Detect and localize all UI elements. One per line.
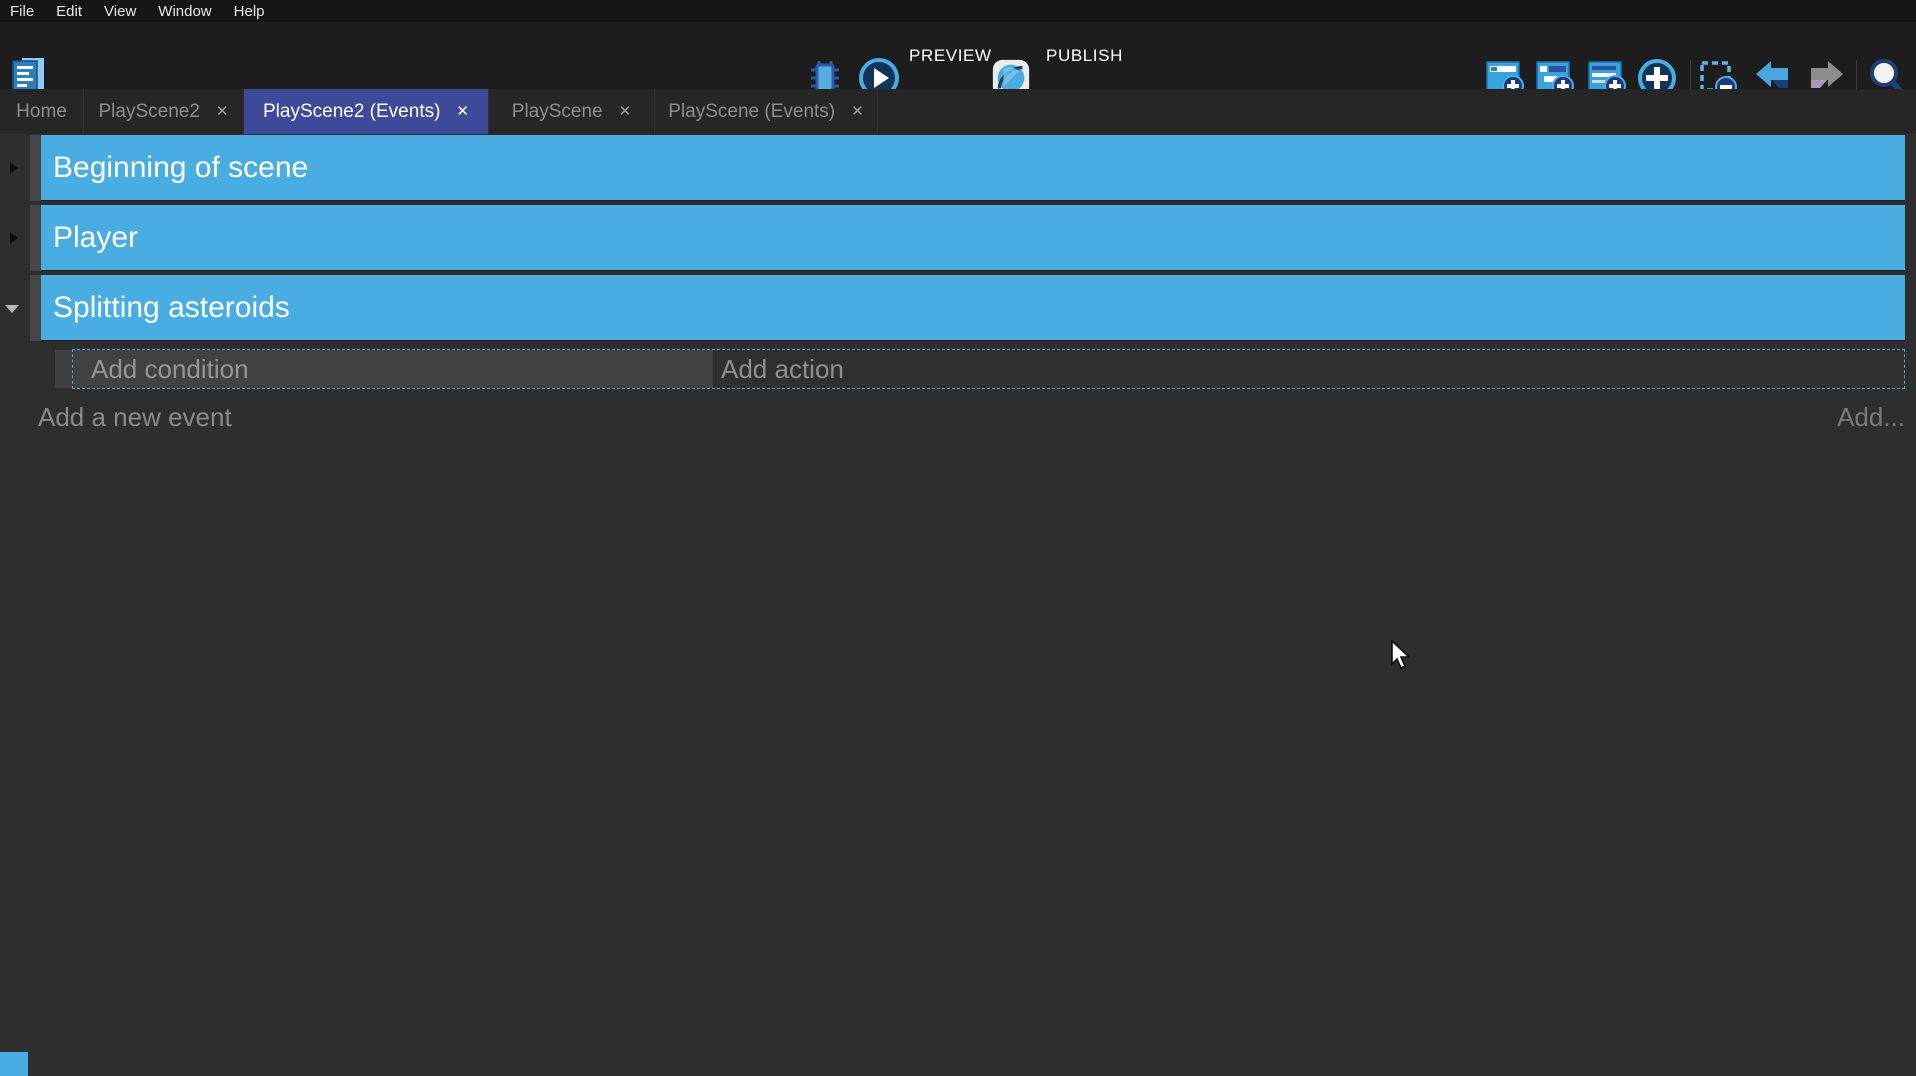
event-drag-handle[interactable]: [55, 350, 72, 388]
event-drag-handle[interactable]: [30, 135, 41, 201]
menu-edit[interactable]: Edit: [56, 3, 93, 20]
close-tab-icon[interactable]: ✕: [851, 104, 864, 119]
menu-window[interactable]: Window: [158, 3, 222, 20]
close-tab-icon[interactable]: ✕: [619, 104, 632, 119]
close-tab-icon[interactable]: ✕: [456, 104, 469, 119]
collapse-arrow-icon[interactable]: [10, 232, 18, 244]
menu-bar: File Edit View Window Help: [0, 0, 1916, 22]
event-group-title[interactable]: Splitting asteroids: [41, 275, 1905, 341]
event-group-title[interactable]: Beginning of scene: [41, 135, 1905, 201]
event-group-title[interactable]: Player: [41, 205, 1905, 271]
selected-empty-event[interactable]: Add condition Add action: [72, 349, 1905, 389]
corner-blue-chip: [0, 1052, 28, 1076]
editor-tab-bar: Home PlayScene2 ✕ PlayScene2 (Events) ✕ …: [0, 89, 1916, 134]
main-toolbar: PREVIEW PUBLISH: [0, 22, 1916, 89]
close-tab-icon[interactable]: ✕: [216, 104, 229, 119]
event-drag-handle[interactable]: [30, 275, 41, 341]
tab-playscene2-events[interactable]: PlayScene2 (Events) ✕: [244, 89, 489, 134]
events-sheet: Beginning of scene Player Splitting aste…: [0, 134, 1916, 1076]
menu-help[interactable]: Help: [234, 3, 276, 20]
menu-view[interactable]: View: [104, 3, 147, 20]
add-new-event-row: Add a new event Add...: [0, 402, 1916, 436]
add-new-event-button[interactable]: Add a new event: [38, 402, 232, 433]
gdevelop-window: File Edit View Window Help: [0, 0, 1916, 1076]
empty-event-row: Add condition Add action: [0, 349, 1916, 389]
publish-button[interactable]: PUBLISH: [1046, 22, 1123, 89]
tab-playscene[interactable]: PlayScene ✕: [489, 89, 655, 134]
tab-playscene2[interactable]: PlayScene2 ✕: [84, 89, 244, 134]
mouse-cursor: [1390, 640, 1416, 675]
collapse-arrow-icon[interactable]: [10, 162, 18, 174]
add-button[interactable]: Add...: [1837, 402, 1905, 433]
tab-playscene-events[interactable]: PlayScene (Events) ✕: [655, 89, 878, 134]
menu-file[interactable]: File: [10, 3, 45, 20]
event-drag-handle[interactable]: [30, 205, 41, 271]
tab-home[interactable]: Home: [0, 89, 84, 134]
preview-button[interactable]: PREVIEW: [909, 22, 992, 89]
add-condition-button[interactable]: Add condition: [73, 350, 713, 388]
add-action-button[interactable]: Add action: [713, 350, 1904, 388]
expand-arrow-icon[interactable]: [5, 305, 19, 313]
